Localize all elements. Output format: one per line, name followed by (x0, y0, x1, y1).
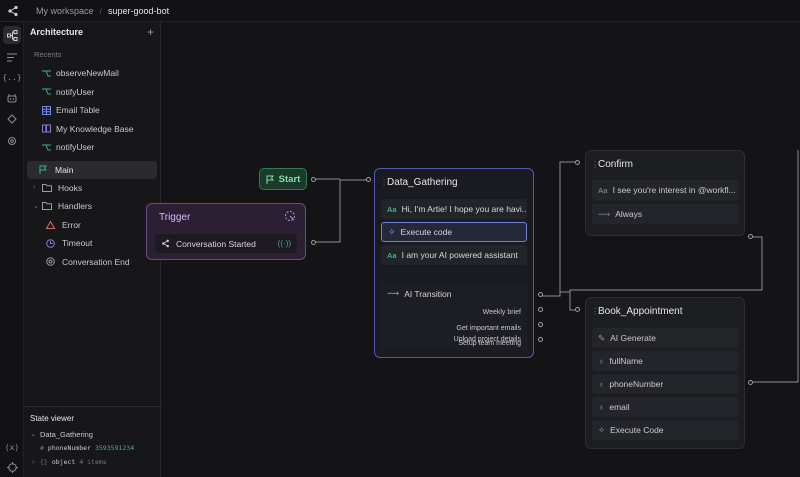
capture-row[interactable]: ♁ email (592, 397, 738, 417)
sparkle-icon: ✧ (598, 424, 606, 435)
start-node[interactable]: Start (259, 168, 307, 190)
capture-row[interactable]: ♁ fullName (592, 351, 738, 371)
message-row[interactable]: Aa Hi, I'm Artie! I hope you are havi... (381, 199, 527, 219)
row-label: phoneNumber (609, 379, 664, 389)
choice-important-emails[interactable]: Get important emails (456, 325, 521, 332)
message-row[interactable]: Aa I see you're interest in @workfl... (592, 180, 738, 200)
ai-pen-icon: ✎ (598, 332, 606, 343)
trigger-event-label: Conversation Started (176, 238, 256, 249)
confirm-input-port[interactable] (575, 160, 580, 165)
text-icon: Aa (387, 250, 397, 260)
text-icon: Aa (598, 185, 608, 195)
confirm-output-port[interactable] (748, 234, 753, 239)
start-output-port[interactable] (311, 177, 316, 182)
start-label: Start (278, 173, 301, 185)
drag-handle-icon[interactable]: ⋮ (380, 178, 388, 187)
broadcast-icon: ((·)) (277, 239, 291, 248)
flag-icon (266, 175, 274, 184)
transition-row[interactable]: ⟿ Always (592, 204, 738, 224)
node-title: Book_Appointment (598, 306, 683, 317)
drag-handle-icon[interactable]: ⋮ (591, 307, 599, 316)
share-icon (162, 239, 169, 248)
row-label: Hi, I'm Artie! I hope you are havi... (401, 204, 527, 214)
data-gathering-input-port[interactable] (366, 177, 371, 182)
row-label: I am your AI powered assistant (401, 250, 518, 260)
row-label: I see you're interest in @workfl... (612, 185, 736, 195)
trigger-event-row[interactable]: Conversation Started ((·)) (155, 234, 297, 253)
row-label: AI Transition (404, 288, 452, 299)
execute-code-row[interactable]: ✧ Execute Code (592, 420, 738, 440)
trigger-settings-icon[interactable] (284, 210, 296, 224)
node-title: Confirm (598, 159, 634, 170)
choice-port[interactable] (538, 292, 543, 297)
capture-icon: ♁ (598, 379, 605, 389)
text-icon: Aa (387, 204, 397, 214)
book-output-port[interactable] (748, 380, 753, 385)
trigger-title: Trigger (159, 212, 191, 223)
sparkle-icon: ✧ (388, 226, 396, 237)
row-label: Execute code (400, 227, 453, 237)
transition-icon: ⟿ (598, 208, 611, 219)
book-input-port[interactable] (575, 307, 580, 312)
row-label: fullName (609, 356, 643, 366)
confirm-node[interactable]: ⋮ Confirm Aa I see you're interest in @w… (585, 150, 745, 236)
row-label: Execute Code (610, 425, 664, 435)
choice-weekly-brief[interactable]: Weekly brief (483, 309, 521, 316)
drag-handle-icon[interactable]: ⋮ (591, 160, 599, 169)
capture-icon: ♁ (598, 402, 605, 412)
data-gathering-node[interactable]: ⋮ Data_Gathering Aa Hi, I'm Artie! I hop… (374, 168, 534, 358)
choice-port[interactable] (538, 322, 543, 327)
trigger-output-port[interactable] (311, 240, 316, 245)
ai-generate-row[interactable]: ✎ AI Generate (592, 328, 738, 348)
choice-upload-project[interactable]: Upload project details (454, 336, 521, 343)
row-label: AI Generate (610, 333, 656, 343)
capture-icon: ♁ (598, 356, 605, 366)
capture-row[interactable]: ♁ phoneNumber (592, 374, 738, 394)
node-title: Data_Gathering (387, 177, 458, 188)
execute-code-row[interactable]: ✧ Execute code (381, 222, 527, 242)
trigger-node[interactable]: Trigger Conversation Started ((·)) (146, 203, 306, 260)
row-label: email (609, 402, 630, 412)
choice-port[interactable] (538, 307, 543, 312)
message-row[interactable]: Aa I am your AI powered assistant (381, 245, 527, 265)
choice-port[interactable] (538, 337, 543, 342)
transition-icon: ⟿ (387, 288, 400, 298)
row-label: Always (615, 209, 643, 219)
book-appointment-node[interactable]: ⋮ Book_Appointment ✎ AI Generate ♁ fullN… (585, 297, 745, 449)
